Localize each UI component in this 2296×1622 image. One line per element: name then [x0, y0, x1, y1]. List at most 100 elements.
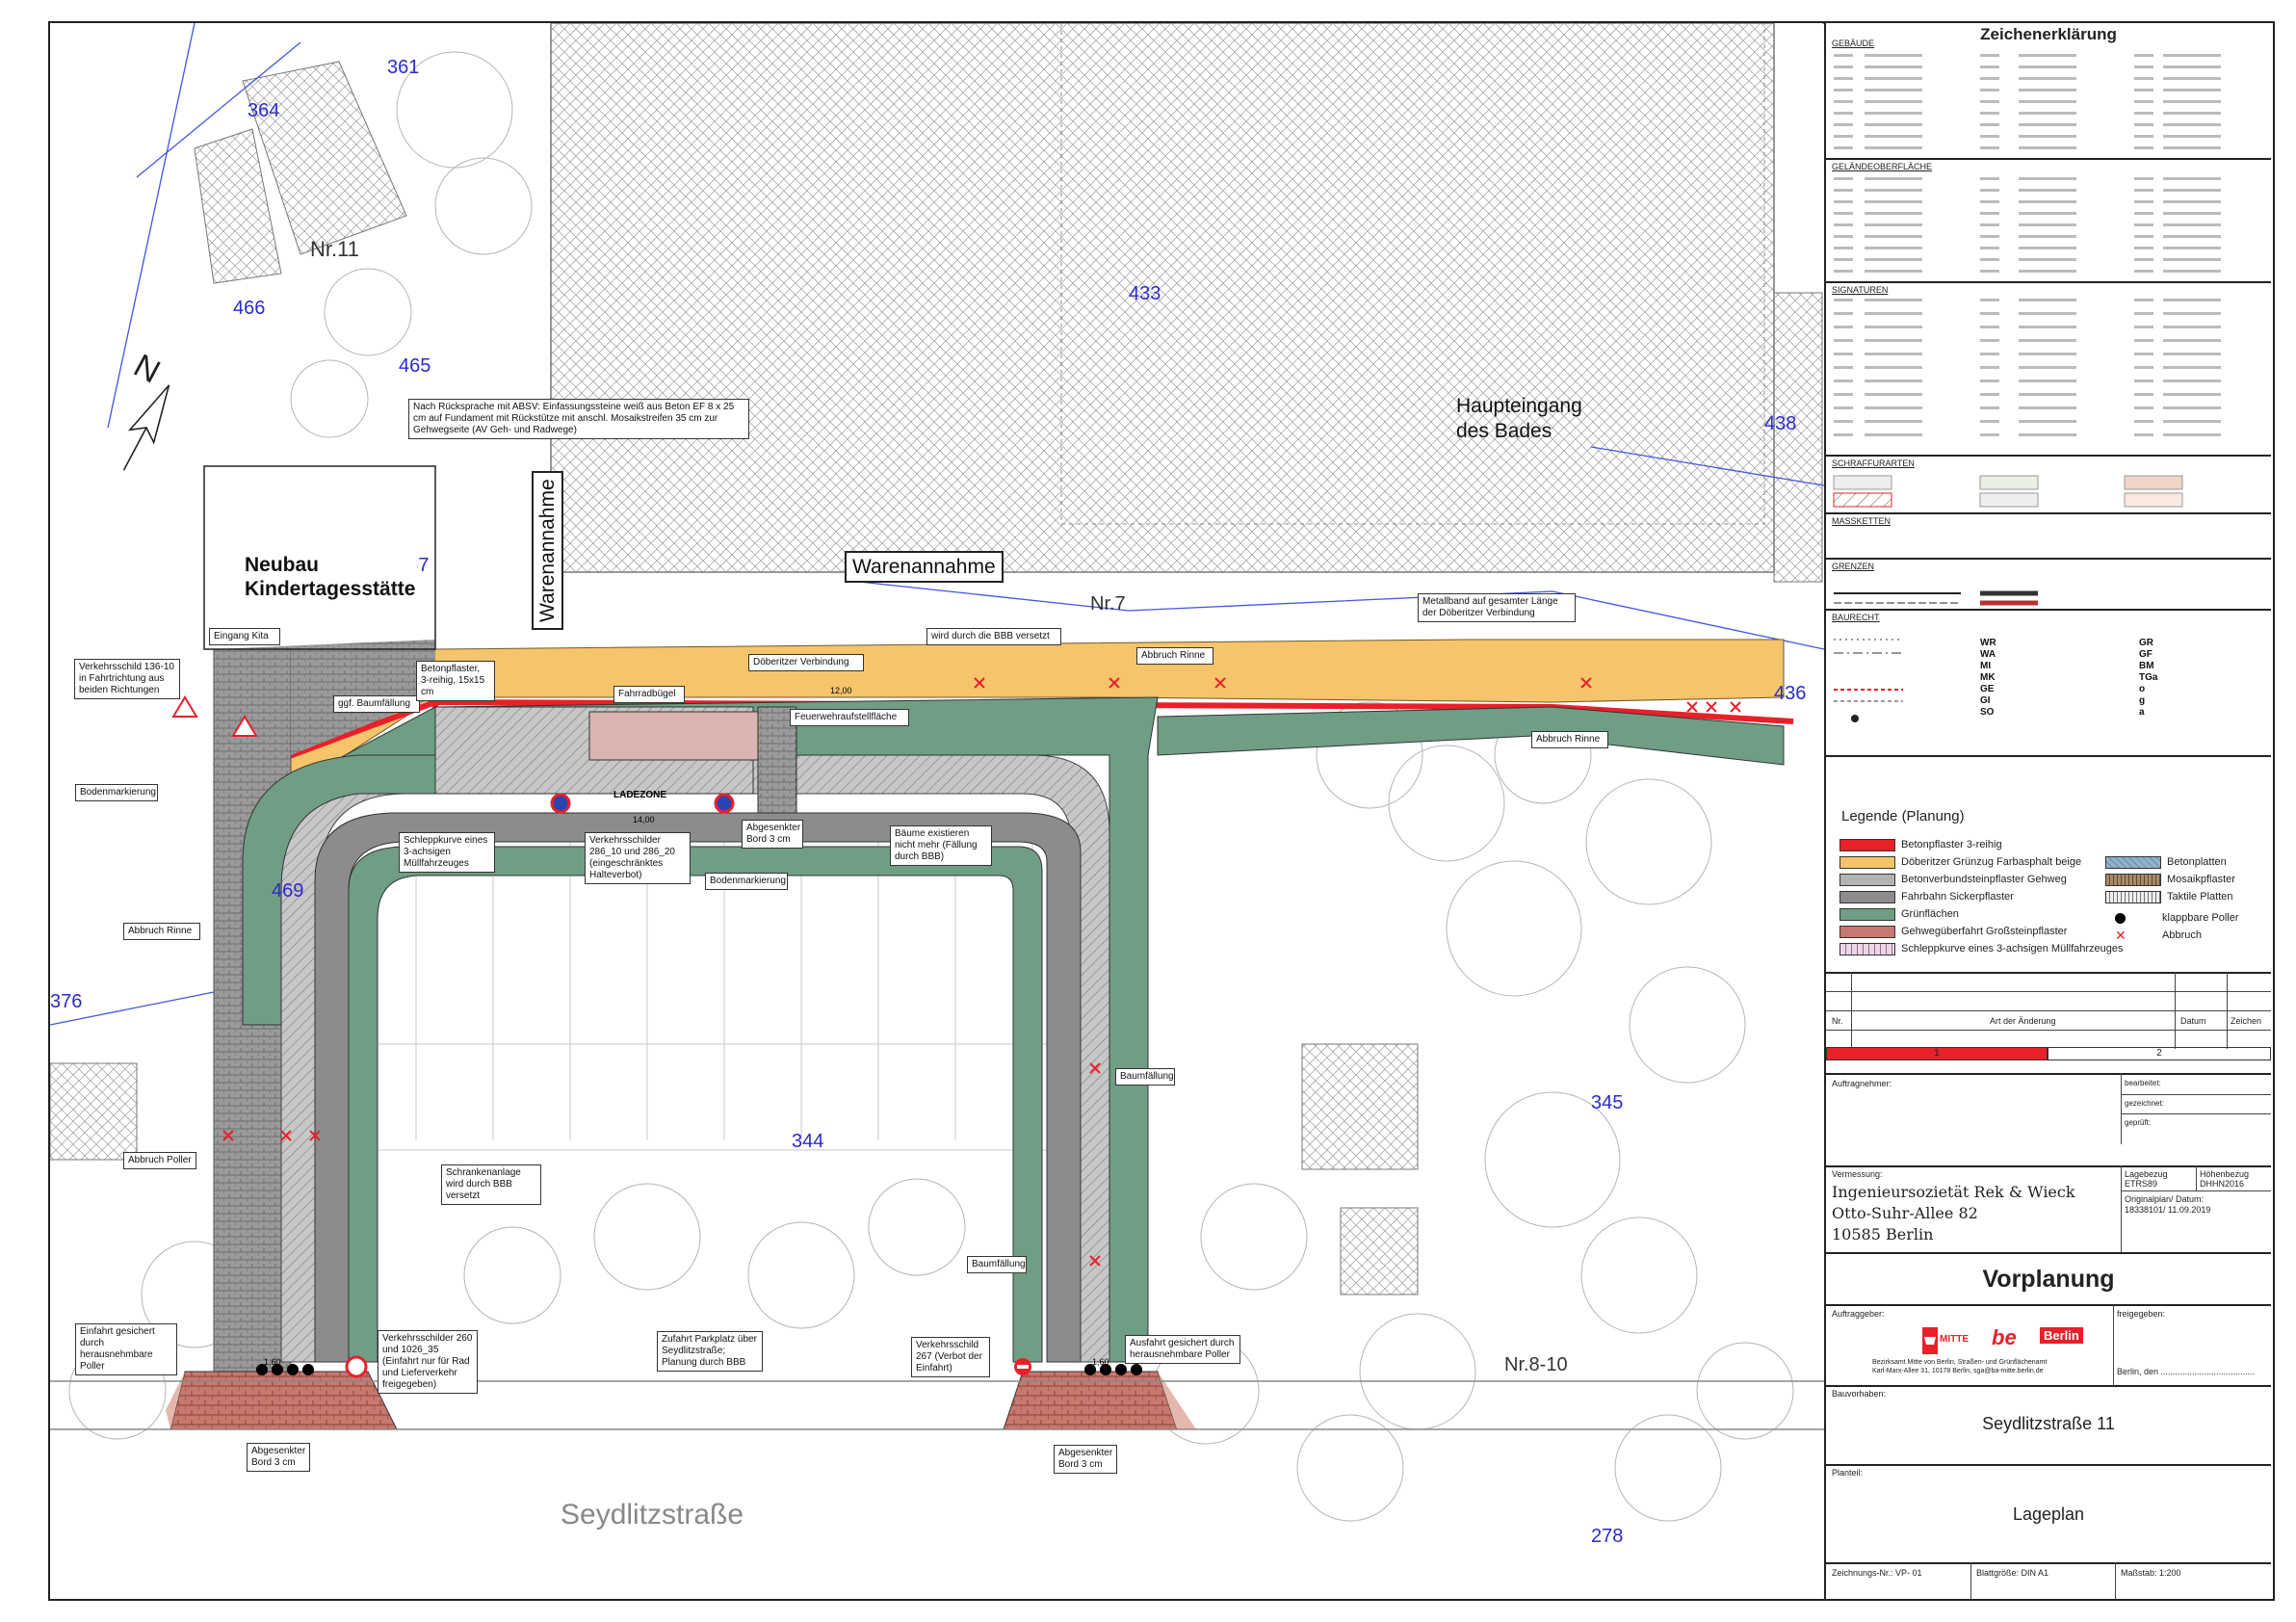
callout-baumfaellung: Baumfällung	[967, 1256, 1027, 1273]
parcel-number: 364	[248, 100, 280, 121]
vermessung-label: Vermessung:	[1832, 1169, 1883, 1179]
svg-text:g: g	[2139, 695, 2145, 706]
changes-header: Zeichen	[2231, 1016, 2262, 1026]
divider	[1826, 991, 2271, 992]
parcel-number: 436	[1774, 683, 1807, 704]
callout-bodenmarkierung: Bodenmarkierung	[705, 873, 788, 890]
street-name: Seydlitzstraße	[561, 1499, 744, 1530]
bezirksamt-address: Karl-Marx-Allee 31, 10178 Berlin, sga@ba…	[1872, 1368, 2044, 1374]
divider	[1826, 1073, 2271, 1075]
callout-schranke: Schrankenanlage wird durch BBB versetzt	[441, 1164, 541, 1205]
callout-abbruch-poller: Abbruch Poller	[123, 1152, 196, 1169]
warenannahme-label: Warenannahme	[845, 551, 1004, 584]
parcel-number: 469	[272, 880, 304, 902]
divider	[2196, 1165, 2197, 1190]
svg-text:SO: SO	[1980, 707, 1995, 718]
callout-bodenmarkierung: Bodenmarkierung	[75, 784, 158, 801]
callout-baeume: Bäume existieren nicht mehr (Fällung dur…	[890, 825, 992, 866]
parcel-number: 465	[399, 355, 431, 377]
berlin-den-label: Berlin, den ............................…	[2117, 1367, 2256, 1376]
dimension-label: 1,60	[1092, 1357, 1109, 1367]
parcel-number: 466	[233, 298, 266, 319]
legend-item: Betonpflaster 3-reihig	[1839, 838, 2002, 851]
legend-item: Schleppkurve eines 3-achsigen Müllfahrze…	[1839, 942, 2124, 955]
plan-phase: Vorplanung	[1982, 1266, 2115, 1293]
changes-header: Datum	[2180, 1016, 2206, 1026]
callout-doeberitzer: Döberitzer Verbindung	[748, 654, 864, 671]
callout-abbruch-rinne: Abbruch Rinne	[1136, 647, 1213, 665]
divider	[2175, 972, 2176, 1049]
svg-text:GI: GI	[1980, 695, 1991, 706]
callout-verkehrsschild-267: Verkehrsschild 267 (Verbot der Einfahrt)	[911, 1337, 990, 1377]
callout-abbruch-rinne: Abbruch Rinne	[123, 923, 200, 940]
planung-legend-title: Legende (Planung)	[1841, 808, 1965, 824]
auftraggeber-label: Auftraggeber:	[1832, 1309, 1885, 1319]
legend-item: Fahrbahn Sickerpflaster	[1839, 890, 2014, 903]
parcel-number: 344	[792, 1131, 824, 1152]
divider	[1826, 1562, 2271, 1564]
divider	[2113, 1304, 2114, 1385]
geprueft-label: geprüft:	[2125, 1118, 2152, 1127]
legend-item: Mosaikpflaster	[2105, 873, 2235, 886]
parcel-number: 278	[1591, 1526, 1624, 1547]
callout-absv: Nach Rücksprache mit ABSV: Einfassungsst…	[408, 399, 749, 439]
legend-item: Betonverbundsteinpflaster Gehweg	[1839, 873, 2067, 886]
ladezone-label: LADEZONE	[613, 790, 666, 800]
callout-baumfaellung: Baumfällung	[1115, 1068, 1175, 1086]
svg-text:o: o	[2139, 684, 2145, 694]
berlin-logo: be Berlin	[1992, 1325, 2098, 1354]
divider	[1851, 972, 1852, 1059]
house-number: Nr.11	[310, 237, 359, 261]
bezirksamt-name: Bezirksamt Mitte von Berlin, Straßen- un…	[1872, 1359, 2048, 1366]
divider	[1826, 1385, 2271, 1387]
svg-text:MI: MI	[1980, 661, 1991, 671]
originalplan-label: Originalplan/ Datum:	[2125, 1194, 2205, 1204]
divider	[1826, 1030, 2271, 1031]
parcel-number: 376	[50, 991, 83, 1012]
callout-wird-versetzt: wird durch die BBB versetzt	[926, 628, 1061, 645]
divider	[1826, 1165, 2271, 1167]
callout-verkehrsschilder-260: Verkehrsschilder 260 und 1026_35 (Einfah…	[378, 1330, 478, 1394]
dimension-label: 12,00	[830, 686, 852, 695]
haupteingang-label: Haupteingang des Bades	[1456, 395, 1582, 443]
dimension-label: 14,00	[633, 815, 655, 824]
callout-metallband: Metallband auf gesamter Länge der Döberi…	[1418, 593, 1576, 622]
hoehenbezug-value: DHHN2016	[2200, 1179, 2245, 1189]
callout-baumfaellung: ggf. Baumfällung	[333, 695, 420, 713]
legend-item: Grünflächen	[1839, 907, 1959, 921]
divider	[2115, 1562, 2116, 1599]
callout-abgesenkt: Abgesenkter Bord 3 cm	[1054, 1445, 1117, 1474]
svg-text:GR: GR	[2139, 638, 2154, 648]
lagebezug-label: Lagebezug	[2125, 1169, 2168, 1179]
north-arrow	[122, 384, 170, 471]
legend-title: Zeichenerklärung	[1980, 25, 2117, 43]
callout-verkehrsschild-136: Verkehrsschild 136-10 in Fahrtrichtung a…	[74, 659, 180, 699]
svg-text:MK: MK	[1980, 672, 1996, 683]
bearbeitet-label: bearbeitet:	[2125, 1079, 2161, 1087]
svg-text:GF: GF	[2139, 649, 2152, 660]
planteil-value: Lageplan	[2012, 1504, 2085, 1524]
revision-index-1: 1	[1826, 1047, 2048, 1060]
svg-text:WR: WR	[1980, 638, 1996, 648]
callout-einfahrt: Einfahrt gesichert durch herausnehmbare …	[75, 1323, 177, 1375]
changes-header: Art der Änderung	[1990, 1016, 2056, 1026]
site-plan: 361 364 466 465 433 438 436 367 376 345 …	[50, 23, 1825, 1599]
originalplan-value: 18338101/ 11.09.2019	[2125, 1205, 2211, 1215]
divider	[1826, 972, 2271, 974]
callout-betonpflaster: Betonpflaster, 3-reihig, 15x15 cm	[416, 661, 495, 701]
legend-item: Gehwegüberfahrt Großsteinpflaster	[1839, 925, 2067, 938]
changes-header: Nr.	[1832, 1016, 1843, 1026]
legend-item: ✕ Abbruch	[2115, 927, 2202, 943]
legend-item: Taktile Platten	[2105, 890, 2232, 903]
callout-eingang-kita: Eingang Kita	[209, 628, 280, 645]
divider	[1970, 1562, 1971, 1599]
legend-item: Döberitzer Grünzug Farbasphalt beige	[1839, 855, 2081, 869]
svg-text:WA: WA	[1980, 649, 1996, 660]
house-number: Nr.7	[1090, 593, 1126, 615]
svg-text:TGa: TGa	[2139, 672, 2158, 683]
warenannahme-vertical-label: Warenannahme	[532, 471, 564, 630]
surveyor-name: Ingenieursozietät Rek & Wieck	[1832, 1183, 2075, 1201]
parcel-number: 361	[387, 57, 420, 78]
divider	[1826, 1464, 2271, 1466]
freigegeben-label: freigegeben:	[2117, 1309, 2166, 1319]
